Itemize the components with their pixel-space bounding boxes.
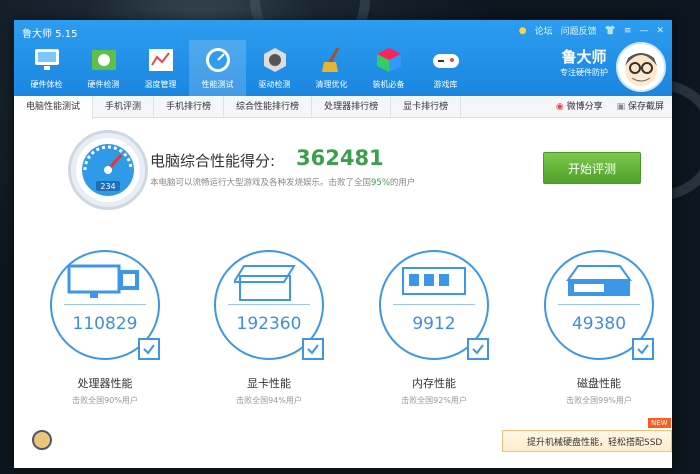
speedometer-icon: 234: [76, 138, 140, 202]
minimize-icon[interactable]: —: [639, 26, 648, 36]
cpu-label: 处理器性能: [77, 377, 133, 390]
checkmark-icon: [632, 338, 654, 360]
score-title: 电脑综合性能得分:: [150, 152, 276, 170]
main-nav: 硬件体检 硬件检测 温度管理 性能测试 驱动检测 清理优化 装机必备 游戏库: [18, 40, 474, 96]
nav-cleanup[interactable]: 清理优化: [303, 40, 360, 96]
gpu-score: 192360: [236, 314, 302, 334]
tab-overall-rank[interactable]: 综合性能排行榜: [224, 96, 313, 117]
gpu-label: 显卡性能: [247, 377, 291, 390]
menu-icon[interactable]: ≡: [624, 26, 632, 36]
header: 鲁大师 5.15 ● 论坛 问题反馈 👕 ≡ — ✕ 硬件体检 硬件检测 温度管…: [14, 20, 672, 96]
disk-label: 磁盘性能: [577, 377, 621, 390]
checkmark-icon: [138, 338, 160, 360]
new-badge: NEW: [648, 418, 671, 428]
nav-temperature[interactable]: 温度管理: [132, 40, 189, 96]
speed-gauge: 234: [68, 130, 148, 210]
cpu-sub: 击败全国90%用户: [72, 396, 138, 405]
nav-essentials[interactable]: 装机必备: [360, 40, 417, 96]
memory-label: 内存性能: [412, 377, 456, 390]
gpu-sub: 击败全国94%用户: [236, 396, 302, 405]
tab-pc-test[interactable]: 电脑性能测试: [14, 96, 94, 119]
feedback-link[interactable]: 问题反馈: [561, 24, 597, 37]
gpu-card[interactable]: 192360: [214, 250, 324, 360]
checkmark-icon: [467, 338, 489, 360]
forum-link[interactable]: 论坛: [535, 24, 553, 37]
save-screenshot-button[interactable]: ▣ 保存截屏: [617, 96, 664, 118]
gauge-readout: 234: [100, 182, 115, 191]
disk-score: 49380: [571, 314, 627, 334]
ssd-promo-banner[interactable]: 提升机械硬盘性能，轻松搭配SSD: [502, 430, 672, 452]
graphics-card-icon: [234, 265, 296, 301]
nav-driver[interactable]: 驱动检测: [246, 40, 303, 96]
cpu-monitor-icon: [67, 264, 139, 298]
mascot-icon[interactable]: [32, 430, 52, 450]
cpu-card[interactable]: 110829: [50, 250, 160, 360]
start-test-button[interactable]: 开始评测: [543, 152, 641, 184]
memory-chip-icon: [402, 267, 466, 295]
tab-cpu-rank[interactable]: 处理器排行榜: [312, 96, 392, 117]
driver-gear-icon: [259, 44, 291, 76]
brand-slogan: 专注硬件防护: [560, 68, 608, 77]
circuit-board-icon: [88, 44, 120, 76]
monitor-check-icon: [31, 44, 63, 76]
score-value: 362481: [296, 146, 384, 170]
package-box-icon: [373, 44, 405, 76]
weibo-icon: ◉: [555, 102, 564, 112]
avatar[interactable]: [616, 42, 666, 92]
camera-icon: ▣: [616, 102, 626, 112]
medal-icon[interactable]: ●: [519, 26, 527, 36]
weibo-share-button[interactable]: ◉ 微博分享: [556, 96, 603, 118]
app-title: 鲁大师 5.15: [22, 29, 78, 40]
score-description: 本电脑可以流畅运行大型游戏及各种发烧娱乐。击败了全国95%的用户: [150, 178, 416, 188]
memory-card[interactable]: 9912: [379, 250, 489, 360]
sub-tabs: 电脑性能测试 手机评测 手机排行榜 综合性能排行榜 处理器排行榜 显卡排行榜 ◉…: [14, 96, 672, 119]
temperature-chart-icon: [145, 44, 177, 76]
nav-performance[interactable]: 性能测试: [189, 40, 246, 96]
memory-sub: 击败全国92%用户: [401, 396, 467, 405]
skin-icon[interactable]: 👕: [605, 26, 616, 36]
cpu-score: 110829: [72, 314, 138, 334]
checkmark-icon: [302, 338, 324, 360]
tab-phone-rank[interactable]: 手机排行榜: [154, 96, 225, 117]
app-window: 鲁大师 5.15 ● 论坛 问题反馈 👕 ≡ — ✕ 硬件体检 硬件检测 温度管…: [14, 20, 672, 468]
brand: 鲁大师 专注硬件防护: [560, 46, 608, 78]
tab-gpu-rank[interactable]: 显卡排行榜: [391, 96, 462, 117]
close-icon[interactable]: ✕: [656, 26, 664, 36]
broom-icon: [316, 44, 348, 76]
disk-sub: 击败全国99%用户: [566, 396, 632, 405]
nav-hardware-detect[interactable]: 硬件检测: [75, 40, 132, 96]
hard-disk-icon: [566, 265, 632, 296]
nav-hardware-check[interactable]: 硬件体检: [18, 40, 75, 96]
disk-card[interactable]: 49380: [544, 250, 654, 360]
nav-games[interactable]: 游戏库: [417, 40, 474, 96]
memory-score: 9912: [412, 314, 456, 334]
tab-phone-review[interactable]: 手机评测: [93, 96, 155, 117]
gamepad-icon: [430, 44, 462, 76]
brand-name: 鲁大师: [561, 48, 607, 66]
speedometer-icon: [202, 44, 234, 76]
